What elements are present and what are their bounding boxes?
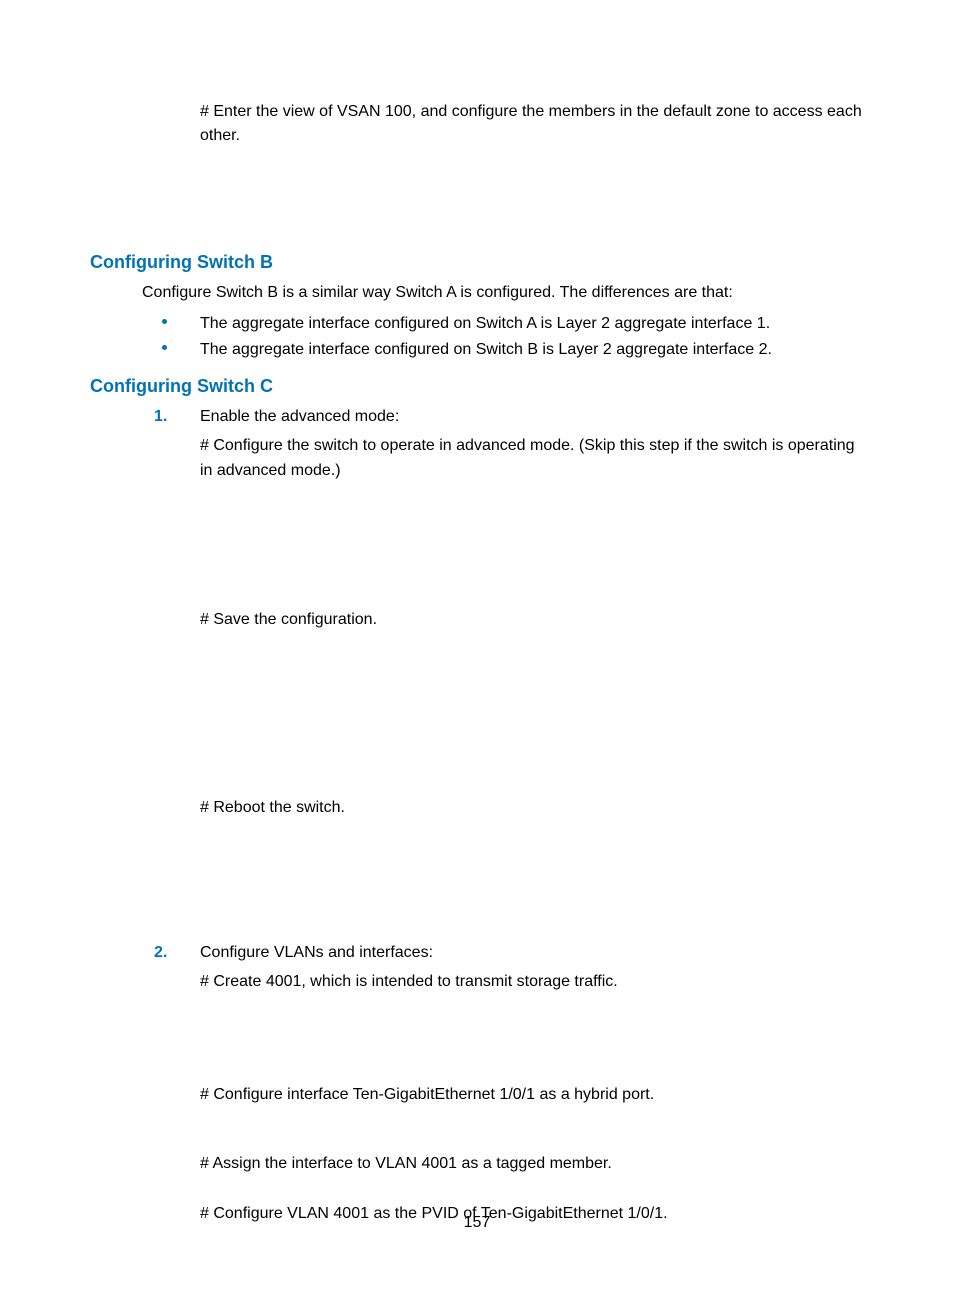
- step-title: Enable the advanced mode:: [200, 408, 399, 425]
- bullet-icon: [162, 345, 167, 350]
- step-line: # Assign the interface to VLAN 4001 as a…: [200, 1152, 864, 1177]
- bullet-text: The aggregate interface configured on Sw…: [200, 315, 770, 332]
- step-title: Configure VLANs and interfaces:: [200, 944, 433, 961]
- page: # Enter the view of VSAN 100, and config…: [0, 0, 954, 1296]
- step-number: 2.: [154, 941, 167, 966]
- list-item: The aggregate interface configured on Sw…: [200, 337, 864, 363]
- step-line: # Configure the switch to operate in adv…: [200, 434, 864, 484]
- step-line: # Configure interface Ten-GigabitEtherne…: [200, 1083, 864, 1108]
- step-line: # Save the configuration.: [200, 608, 864, 633]
- heading-switch-b: Configuring Switch B: [90, 252, 864, 273]
- bullet-icon: [162, 319, 167, 324]
- step-1: 1. Enable the advanced mode: # Configure…: [200, 405, 864, 941]
- intro-paragraph: # Enter the view of VSAN 100, and config…: [200, 100, 864, 148]
- page-number: 157: [0, 1214, 954, 1232]
- heading-switch-c: Configuring Switch C: [90, 376, 864, 397]
- step-line: # Create 4001, which is intended to tran…: [200, 970, 864, 995]
- step-line: # Reboot the switch.: [200, 796, 864, 821]
- switch-c-steps: 1. Enable the advanced mode: # Configure…: [90, 405, 864, 1227]
- switch-b-bullets: The aggregate interface configured on Sw…: [90, 311, 864, 362]
- bullet-text: The aggregate interface configured on Sw…: [200, 341, 772, 358]
- step-2: 2. Configure VLANs and interfaces: # Cre…: [200, 941, 864, 1227]
- switch-b-intro: Configure Switch B is a similar way Swit…: [142, 281, 864, 305]
- step-number: 1.: [154, 405, 167, 430]
- list-item: The aggregate interface configured on Sw…: [200, 311, 864, 337]
